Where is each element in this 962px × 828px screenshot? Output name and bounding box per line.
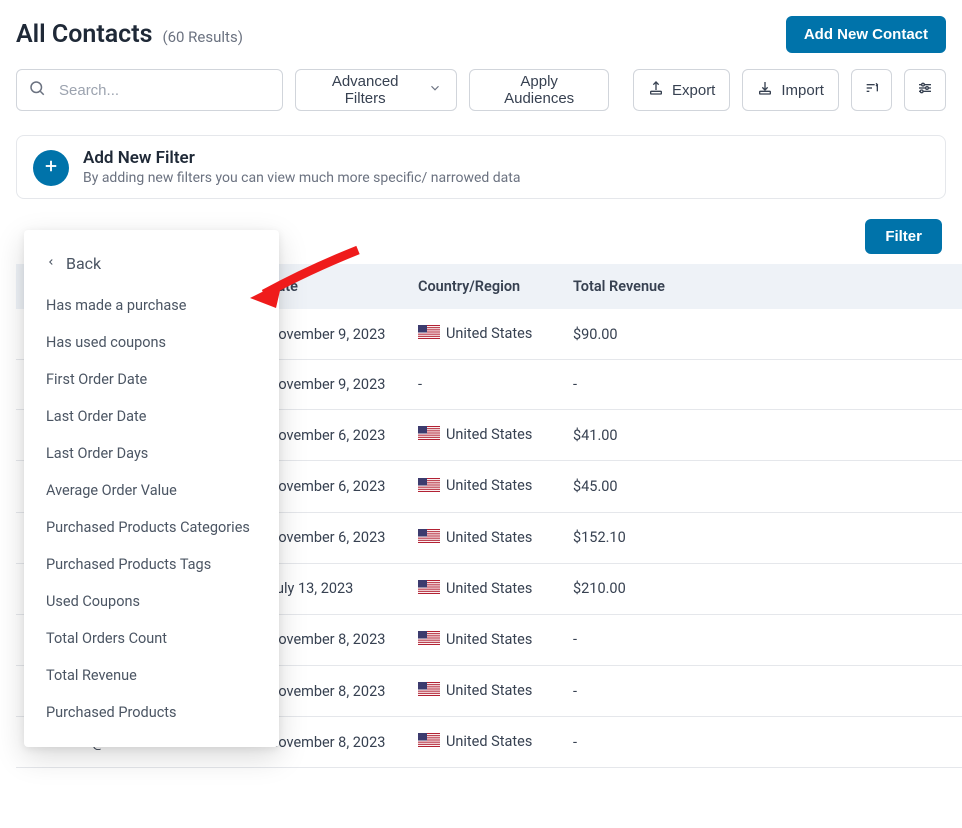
us-flag-icon — [418, 426, 440, 444]
cell-extra — [691, 309, 962, 360]
us-flag-icon — [418, 325, 440, 343]
cell-extra — [691, 666, 962, 717]
sliders-icon — [917, 80, 933, 100]
export-icon — [648, 80, 664, 100]
cell-extra — [691, 360, 962, 410]
dropdown-item[interactable]: Last Order Days — [24, 435, 279, 472]
export-label: Export — [672, 82, 715, 99]
chevron-left-icon — [46, 254, 56, 273]
apply-audiences-label: Apply Audiences — [484, 73, 594, 107]
cell-revenue: - — [561, 360, 691, 410]
add-new-contact-button[interactable]: Add New Contact — [786, 16, 946, 53]
cell-revenue: - — [561, 614, 691, 665]
search-wrap — [16, 69, 283, 111]
col-revenue[interactable]: Total Revenue — [561, 264, 691, 309]
cell-revenue: $45.00 — [561, 461, 691, 512]
cell-extra — [691, 614, 962, 665]
plus-icon — [42, 157, 60, 179]
us-flag-icon — [418, 631, 440, 649]
add-filter-title: Add New Filter — [83, 148, 520, 168]
cell-extra — [691, 512, 962, 563]
page-header: All Contacts (60 Results) Add New Contac… — [0, 0, 962, 61]
cell-country: - — [406, 360, 561, 410]
cell-country: United States — [406, 614, 561, 665]
dropdown-item[interactable]: Has made a purchase — [24, 287, 279, 324]
dropdown-item[interactable]: Used Coupons — [24, 583, 279, 620]
dropdown-back-label: Back — [66, 254, 101, 273]
cell-revenue: $90.00 — [561, 309, 691, 360]
cell-country: United States — [406, 666, 561, 717]
cell-country: United States — [406, 309, 561, 360]
dropdown-item[interactable]: Purchased Products Categories — [24, 509, 279, 546]
cell-revenue: $41.00 — [561, 410, 691, 461]
cell-extra — [691, 563, 962, 614]
cell-revenue: $210.00 — [561, 563, 691, 614]
advanced-filters-label: Advanced Filters — [310, 73, 420, 107]
apply-audiences-button[interactable]: Apply Audiences — [469, 69, 609, 111]
dropdown-item[interactable]: Total Orders Count — [24, 620, 279, 657]
dropdown-item[interactable]: Total Revenue — [24, 657, 279, 694]
cell-country: United States — [406, 512, 561, 563]
title-wrap: All Contacts (60 Results) — [16, 20, 243, 49]
dropdown-item[interactable]: Average Order Value — [24, 472, 279, 509]
cell-country: United States — [406, 563, 561, 614]
dropdown-item[interactable]: Purchased Products — [24, 694, 279, 731]
sort-icon — [864, 80, 880, 100]
dropdown-item[interactable]: Has used coupons — [24, 324, 279, 361]
search-icon — [28, 79, 46, 101]
search-input[interactable] — [16, 69, 283, 111]
us-flag-icon — [418, 733, 440, 751]
cell-revenue: $152.10 — [561, 512, 691, 563]
add-filter-subtitle: By adding new filters you can view much … — [83, 170, 520, 186]
result-count: (60 Results) — [162, 28, 242, 46]
add-filter-card: Add New Filter By adding new filters you… — [16, 135, 946, 199]
page-title: All Contacts — [16, 20, 152, 49]
dropdown-item[interactable]: First Order Date — [24, 361, 279, 398]
filter-dropdown: Back Has made a purchaseHas used coupons… — [24, 230, 279, 747]
export-button[interactable]: Export — [633, 69, 730, 111]
import-icon — [757, 80, 773, 100]
us-flag-icon — [418, 682, 440, 700]
import-button[interactable]: Import — [742, 69, 839, 111]
cell-extra — [691, 410, 962, 461]
advanced-filters-button[interactable]: Advanced Filters — [295, 69, 457, 111]
cell-revenue: - — [561, 717, 691, 768]
dropdown-back-button[interactable]: Back — [24, 246, 279, 287]
col-country[interactable]: Country/Region — [406, 264, 561, 309]
us-flag-icon — [418, 580, 440, 598]
add-filter-text: Add New Filter By adding new filters you… — [83, 148, 520, 186]
cell-extra — [691, 717, 962, 768]
toolbar: Advanced Filters Apply Audiences Export … — [0, 61, 962, 135]
dropdown-item[interactable]: Last Order Date — [24, 398, 279, 435]
cell-country: United States — [406, 410, 561, 461]
dropdown-item[interactable]: Purchased Products Tags — [24, 546, 279, 583]
col-extra — [691, 264, 962, 309]
add-filter-button[interactable] — [33, 150, 69, 186]
chevron-down-icon — [428, 81, 442, 99]
sort-button[interactable] — [851, 69, 893, 111]
settings-filter-button[interactable] — [904, 69, 946, 111]
cell-extra — [691, 461, 962, 512]
filter-button[interactable]: Filter — [865, 219, 942, 254]
us-flag-icon — [418, 529, 440, 547]
cell-country: United States — [406, 717, 561, 768]
cell-revenue: - — [561, 666, 691, 717]
cell-country: United States — [406, 461, 561, 512]
import-label: Import — [781, 82, 824, 99]
us-flag-icon — [418, 478, 440, 496]
